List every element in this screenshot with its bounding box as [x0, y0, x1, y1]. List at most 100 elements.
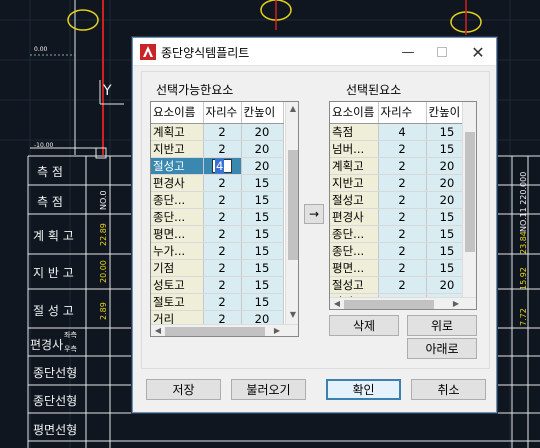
table-row[interactable]: 절성고 4 20: [151, 157, 284, 175]
close-button[interactable]: ✕: [461, 38, 495, 66]
cell-digits[interactable]: 2: [378, 140, 427, 158]
maximize-button[interactable]: [425, 38, 459, 66]
cell-height[interactable]: 15: [241, 242, 284, 260]
cell-digits[interactable]: 2: [378, 191, 427, 209]
cell-digits[interactable]: 2: [203, 276, 242, 294]
cell-digits[interactable]: 2: [203, 191, 242, 209]
cell-height[interactable]: 20: [241, 140, 284, 158]
cell-element-name[interactable]: 계획고: [151, 123, 204, 141]
table-row[interactable]: 종단... 2 15: [151, 208, 284, 226]
table-row[interactable]: 종단... 2 15: [151, 191, 284, 209]
table-row[interactable]: 계획고 2 20: [151, 123, 284, 141]
scroll-up-icon[interactable]: ▲: [286, 104, 298, 113]
table-row[interactable]: 지반고 2 20: [151, 140, 284, 158]
scroll-right-icon[interactable]: ▶: [449, 299, 463, 308]
cell-element-name[interactable]: 종단...: [330, 225, 379, 243]
cell-digits[interactable]: 2: [203, 174, 242, 192]
ok-button[interactable]: 확인: [326, 379, 401, 400]
cell-digits[interactable]: 2: [378, 225, 427, 243]
cell-element-name[interactable]: 성토고: [151, 276, 204, 294]
cell-digits[interactable]: 2: [203, 208, 242, 226]
save-button[interactable]: 저장: [146, 379, 221, 400]
scroll-down-icon[interactable]: ▼: [286, 310, 298, 319]
cell-element-name[interactable]: 누가...: [151, 242, 204, 260]
cell-height[interactable]: 15: [241, 208, 284, 226]
title-bar[interactable]: 종단양식템플리트 — ✕: [133, 38, 496, 66]
cell-digits[interactable]: 2: [378, 174, 427, 192]
cell-element-name[interactable]: 지반고: [151, 140, 204, 158]
table-row[interactable]: 지반고 2 20: [330, 174, 469, 192]
scroll-thumb[interactable]: [344, 300, 434, 309]
cell-element-name[interactable]: 종단...: [330, 242, 379, 260]
cell-digits[interactable]: 2: [203, 242, 242, 260]
cell-element-name[interactable]: 절성고: [151, 157, 204, 175]
cell-digits[interactable]: 4: [203, 157, 242, 175]
cell-digits[interactable]: 2: [203, 123, 242, 141]
scroll-thumb[interactable]: [288, 150, 298, 260]
cell-digits[interactable]: 4: [378, 123, 427, 141]
cell-element-name[interactable]: 계획고: [330, 157, 379, 175]
move-up-button[interactable]: 위로: [407, 315, 477, 336]
column-header-digits[interactable]: 자리수: [378, 102, 427, 124]
cell-element-name[interactable]: 편경사: [151, 174, 204, 192]
cell-height[interactable]: 15: [241, 259, 284, 277]
cell-digits[interactable]: 2: [203, 225, 242, 243]
selected-elements-grid[interactable]: 요소이름 자리수 칸높이 측점 4 15 넘버... 2 15 계획고 2 20 지반고 2 20 절성…: [329, 101, 477, 310]
column-header-height[interactable]: 칸높이: [241, 102, 284, 124]
available-elements-grid[interactable]: 요소이름 자리수 칸높이 계획고 2 20 지반고 2 20 절성고 4 20 편경사 2 15 종단.…: [150, 101, 299, 337]
scroll-left-icon[interactable]: ◀: [151, 326, 165, 335]
table-row[interactable]: 평면... 2 15: [330, 259, 469, 277]
load-button[interactable]: 불러오기: [231, 379, 306, 400]
table-row[interactable]: 편경사 2 15: [330, 208, 469, 226]
cell-element-name[interactable]: 평면...: [151, 225, 204, 243]
cell-element-name[interactable]: 편경사: [330, 208, 379, 226]
cell-height[interactable]: 20: [241, 157, 284, 175]
cell-height[interactable]: 15: [241, 174, 284, 192]
scroll-thumb[interactable]: [465, 132, 475, 252]
cell-element-name[interactable]: 기점: [151, 259, 204, 277]
cell-height[interactable]: 15: [241, 191, 284, 209]
column-header-name[interactable]: 요소이름: [151, 102, 204, 124]
selected-vertical-scrollbar[interactable]: [462, 102, 476, 297]
available-vertical-scrollbar[interactable]: ▲ ▼: [285, 102, 298, 324]
cell-digits[interactable]: 2: [203, 140, 242, 158]
cell-digits[interactable]: 2: [378, 208, 427, 226]
selected-horizontal-scrollbar[interactable]: ◀ ▶: [330, 297, 476, 309]
digits-edit-input[interactable]: 4: [212, 158, 232, 173]
cell-element-name[interactable]: 지반고: [330, 174, 379, 192]
cell-digits[interactable]: 2: [378, 157, 427, 175]
scroll-thumb[interactable]: [165, 327, 265, 336]
table-row[interactable]: 성토고 2 15: [151, 276, 284, 294]
cell-height[interactable]: 15: [241, 276, 284, 294]
cell-digits[interactable]: 2: [203, 259, 242, 277]
table-row[interactable]: 평면... 2 15: [151, 225, 284, 243]
cell-digits[interactable]: 2: [378, 276, 427, 294]
cell-element-name[interactable]: 평면...: [330, 259, 379, 277]
table-row[interactable]: 측점 4 15: [330, 123, 469, 141]
table-row[interactable]: 편경사 2 15: [151, 174, 284, 192]
table-row[interactable]: 절성고220: [330, 276, 469, 294]
cell-height[interactable]: 15: [241, 225, 284, 243]
cell-digits[interactable]: 2: [378, 259, 427, 277]
minimize-button[interactable]: —: [391, 38, 425, 66]
cell-digits[interactable]: 2: [203, 293, 242, 311]
cell-element-name[interactable]: 넘버...: [330, 140, 379, 158]
cell-element-name[interactable]: 절성고: [330, 276, 379, 294]
cell-height[interactable]: 20: [241, 123, 284, 141]
available-horizontal-scrollbar[interactable]: ◀ ▶: [151, 324, 298, 336]
cell-height[interactable]: 15: [241, 293, 284, 311]
cell-element-name[interactable]: 종단...: [151, 191, 204, 209]
table-row[interactable]: 절성고220: [330, 191, 469, 209]
scroll-left-icon[interactable]: ◀: [330, 299, 344, 308]
cell-element-name[interactable]: 절성고: [330, 191, 379, 209]
column-header-name[interactable]: 요소이름: [330, 102, 379, 124]
move-down-button[interactable]: 아래로: [407, 338, 477, 359]
table-row[interactable]: 계획고 2 20: [330, 157, 469, 175]
cell-element-name[interactable]: 종단...: [151, 208, 204, 226]
table-row[interactable]: 기점 2 15: [151, 259, 284, 277]
table-row[interactable]: 넘버... 2 15: [330, 140, 469, 158]
table-row[interactable]: 절토고 2 15: [151, 293, 284, 311]
table-row[interactable]: 종단... 2 15: [330, 225, 469, 243]
cancel-button[interactable]: 취소: [411, 379, 486, 400]
table-row[interactable]: 종단... 2 15: [330, 242, 469, 260]
